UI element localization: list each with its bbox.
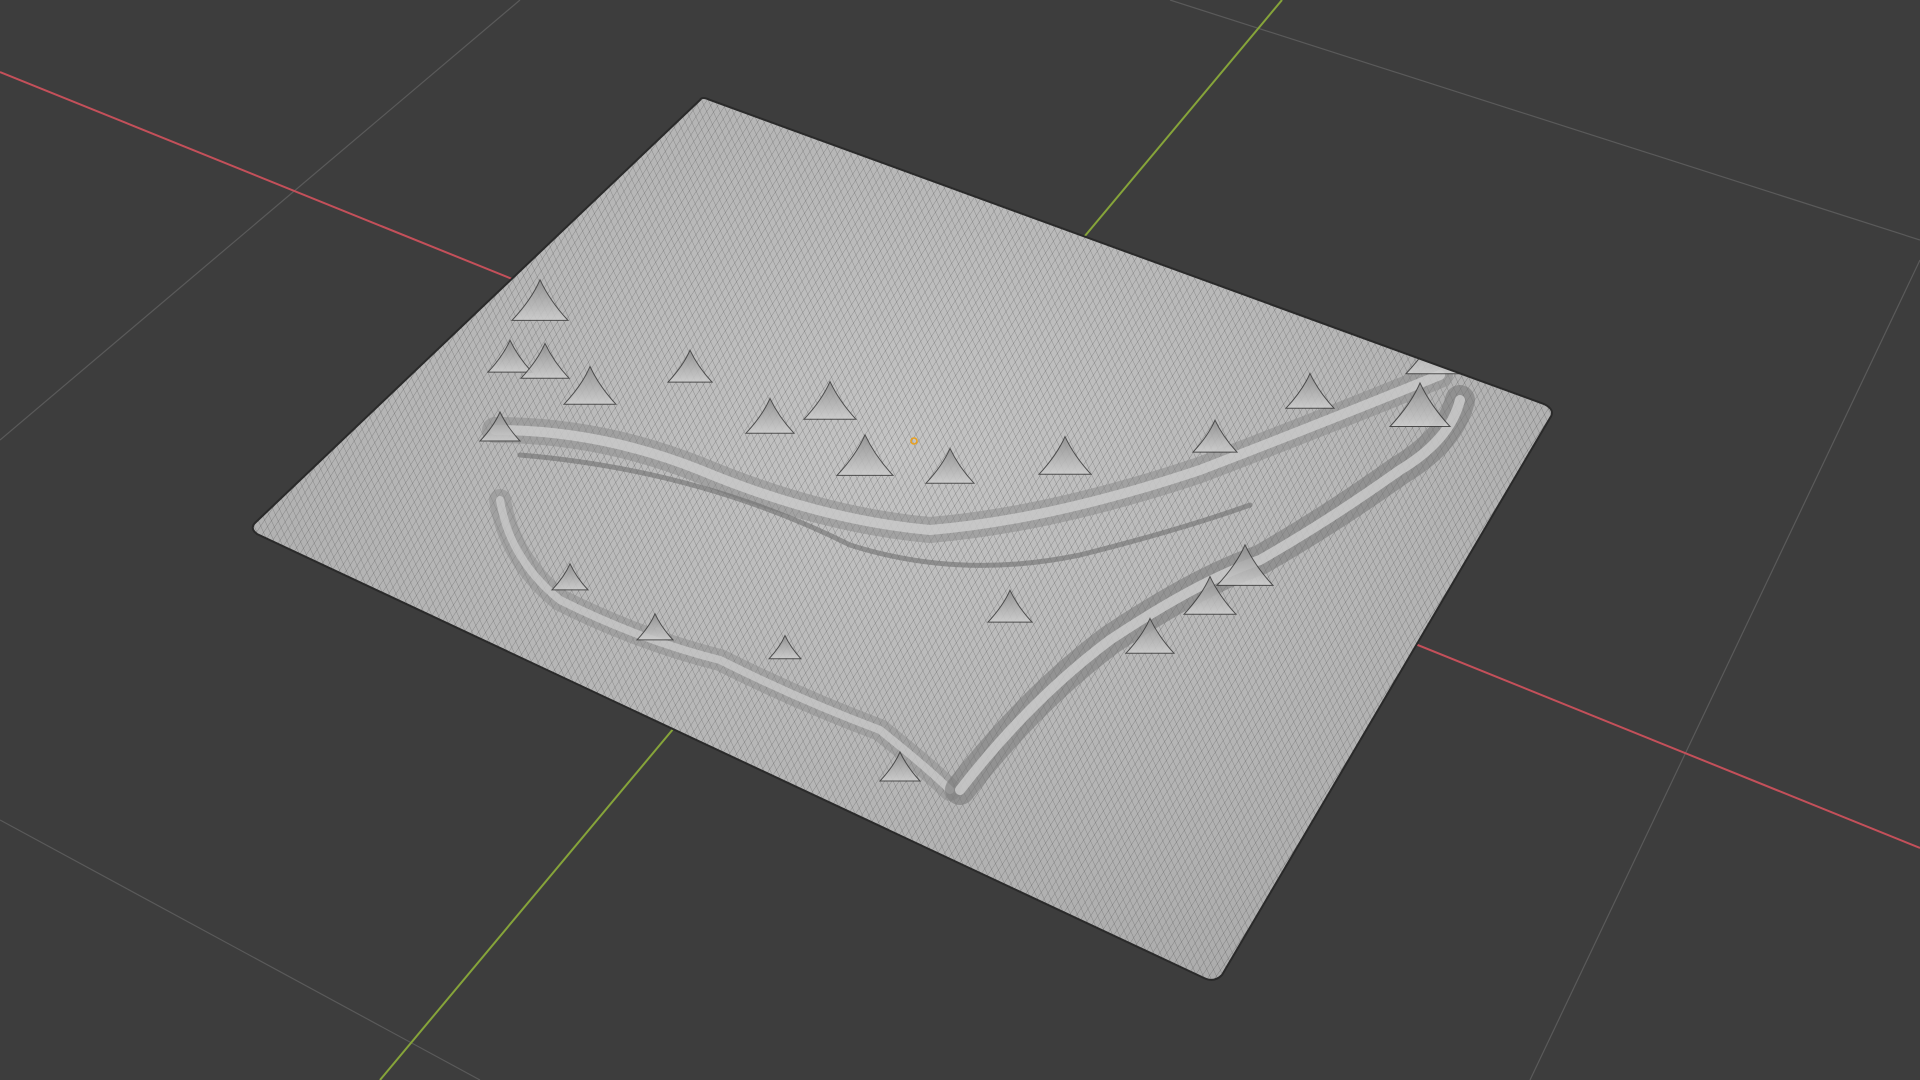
- grid-line: [1169, 0, 1920, 241]
- viewport-canvas[interactable]: [0, 0, 1920, 1080]
- terrain-mesh[interactable]: [0, 0, 1920, 1080]
- grid-line: [1529, 259, 1920, 1080]
- 3d-viewport[interactable]: [0, 0, 1920, 1080]
- grid-line: [0, 819, 481, 1080]
